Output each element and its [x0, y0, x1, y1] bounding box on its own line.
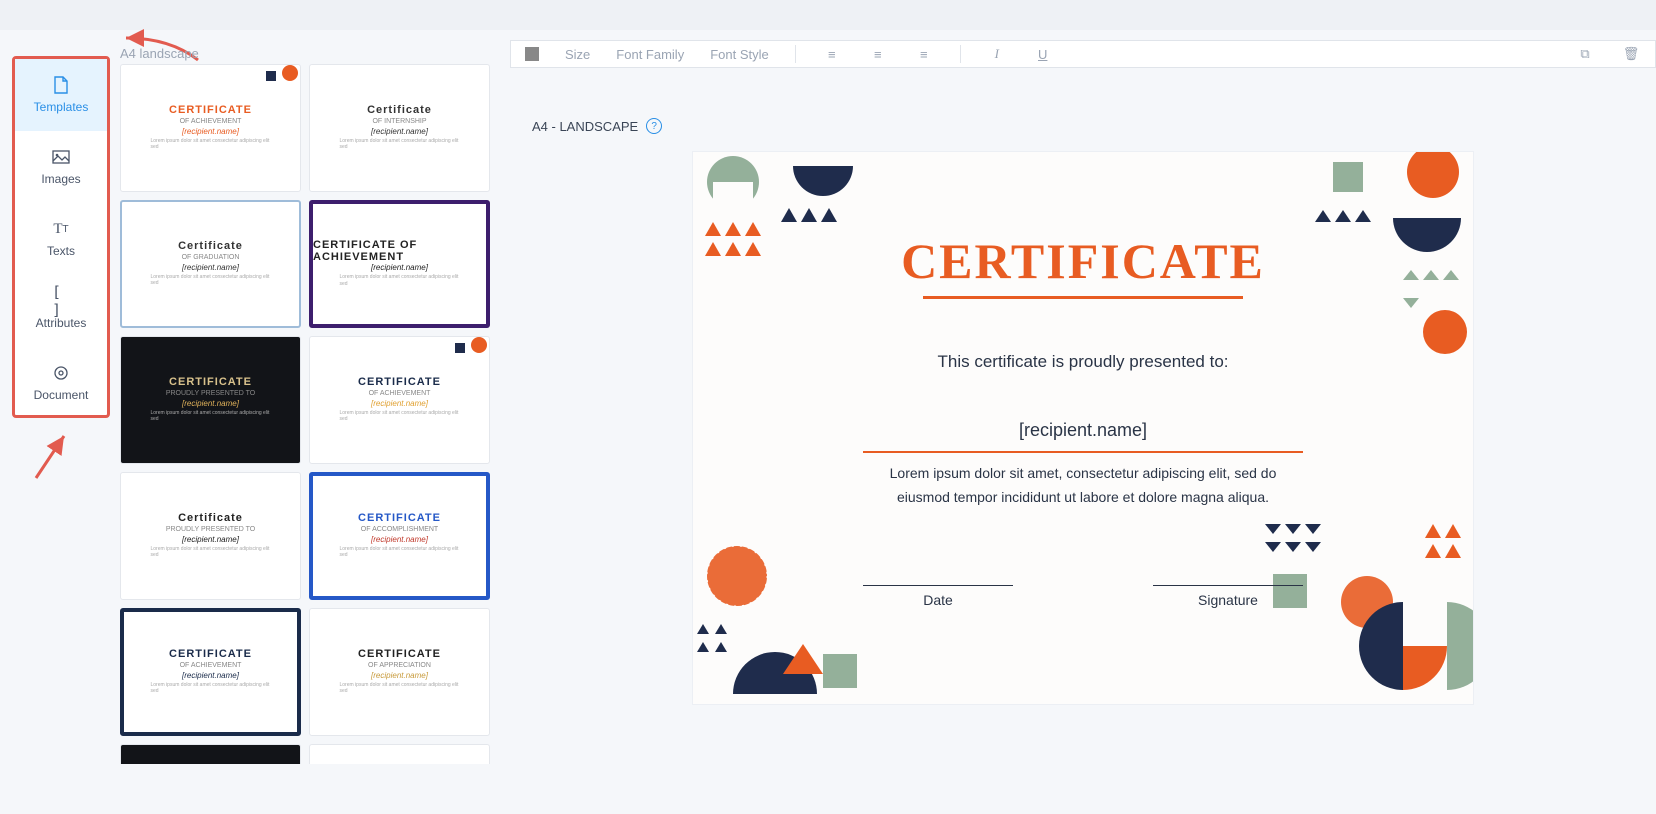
- sidebar-item-label: Attributes: [36, 316, 87, 330]
- separator: [960, 45, 961, 63]
- certificate-description[interactable]: Lorem ipsum dolor sit amet, consectetur …: [863, 462, 1303, 510]
- template-thumbnail[interactable]: CertificateLorem ipsum dolor sit amet co…: [309, 744, 490, 764]
- template-thumbnail[interactable]: CERTIFICATEPROUDLY PRESENTED TO[recipien…: [120, 336, 301, 464]
- sidebar-item-label: Texts: [47, 244, 75, 258]
- copy-button[interactable]: ⧉: [1575, 46, 1595, 62]
- template-thumbnail[interactable]: CertificateOF INTERNSHIP[recipient.name]…: [309, 64, 490, 192]
- signature-row: Date Signature: [863, 585, 1303, 608]
- italic-button[interactable]: I: [987, 46, 1007, 62]
- template-thumbnail[interactable]: CERTIFICATEOF ACHIEVEMENT[recipient.name…: [120, 608, 301, 736]
- align-right-button[interactable]: ≡: [914, 47, 934, 62]
- template-thumbnail[interactable]: CERTIFICATEOF APPRECIATION[recipient.nam…: [309, 608, 490, 736]
- certificate-title[interactable]: CERTIFICATE: [693, 232, 1473, 299]
- template-thumbnail[interactable]: CERTIFICATEOF ACHIEVEMENT[recipient.name…: [120, 64, 301, 192]
- template-thumbnail[interactable]: CERTIFICATEOF ACCOMPLISHMENT[recipient.n…: [309, 472, 490, 600]
- sidebar-item-label: Templates: [34, 100, 89, 114]
- gear-icon: [52, 364, 70, 382]
- template-gallery: CERTIFICATEOF ACHIEVEMENT[recipient.name…: [120, 64, 490, 764]
- certificate-presented-text[interactable]: This certificate is proudly presented to…: [693, 352, 1473, 372]
- template-thumbnail[interactable]: CERTIFICATEOF ACHIEVEMENT[recipient.name…: [309, 336, 490, 464]
- size-dropdown[interactable]: Size: [565, 47, 590, 62]
- help-icon[interactable]: ?: [646, 118, 662, 134]
- certificate-canvas[interactable]: CERTIFICATE This certificate is proudly …: [693, 152, 1473, 704]
- brackets-icon: [ ]: [52, 292, 70, 310]
- image-icon: [52, 148, 70, 166]
- editor-toolbar: Size Font Family Font Style ≡ ≡ ≡ I U ⧉ …: [510, 40, 1656, 68]
- file-icon: [52, 76, 70, 94]
- certificate-recipient-field[interactable]: [recipient.name]: [863, 420, 1303, 453]
- sidebar-item-images[interactable]: Images: [15, 131, 107, 203]
- sidebar-item-texts[interactable]: TT Texts: [15, 203, 107, 275]
- annotation-arrow-icon: [30, 430, 70, 485]
- sidebar-item-label: Document: [34, 388, 89, 402]
- signature-date[interactable]: Date: [863, 585, 1013, 608]
- canvas-size-text: A4 - LANDSCAPE: [532, 119, 638, 134]
- font-family-dropdown[interactable]: Font Family: [616, 47, 684, 62]
- sidebar-item-templates[interactable]: Templates: [15, 59, 107, 131]
- left-sidebar: Templates Images TT Texts [ ] Attributes…: [12, 56, 110, 418]
- delete-button[interactable]: 🗑: [1621, 46, 1641, 62]
- panel-title: A4 landscape: [120, 46, 199, 61]
- canvas-area: A4 - LANDSCAPE ?: [510, 100, 1656, 814]
- canvas-size-label: A4 - LANDSCAPE ?: [510, 100, 1656, 152]
- type-icon: TT: [52, 220, 70, 238]
- sidebar-item-label: Images: [41, 172, 80, 186]
- fill-color-button[interactable]: [525, 47, 539, 61]
- align-left-button[interactable]: ≡: [822, 47, 842, 62]
- signature-name[interactable]: Signature: [1153, 585, 1303, 608]
- template-thumbnail[interactable]: CERTIFICATEOF ACHIEVEMENTLorem ipsum dol…: [120, 744, 301, 764]
- align-center-button[interactable]: ≡: [868, 47, 888, 62]
- sidebar-item-attributes[interactable]: [ ] Attributes: [15, 275, 107, 347]
- sidebar-item-document[interactable]: Document: [15, 347, 107, 419]
- app-header: [0, 0, 1656, 30]
- template-thumbnail[interactable]: CERTIFICATE OF ACHIEVEMENT[recipient.nam…: [309, 200, 490, 328]
- underline-button[interactable]: U: [1033, 47, 1053, 62]
- template-thumbnail[interactable]: CertificatePROUDLY PRESENTED TO[recipien…: [120, 472, 301, 600]
- separator: [795, 45, 796, 63]
- template-thumbnail[interactable]: CertificateOF GRADUATION[recipient.name]…: [120, 200, 301, 328]
- font-style-dropdown[interactable]: Font Style: [710, 47, 769, 62]
